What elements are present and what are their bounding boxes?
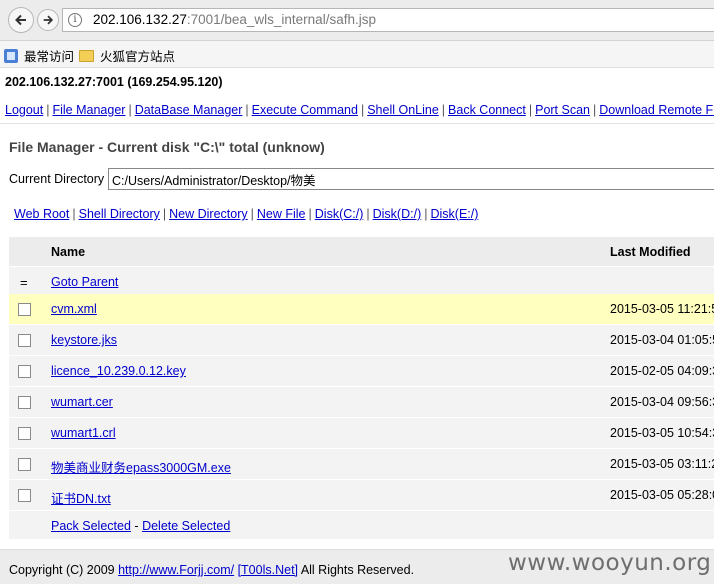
rights-text: All Rights Reserved. [300, 563, 415, 577]
table-row: cvm.xml 2015-03-05 11:21:5 [9, 294, 714, 325]
menu-shell-online[interactable]: Shell OnLine [367, 103, 439, 117]
menu-separator: | [528, 103, 533, 117]
main-menu: Logout | File Manager | DataBase Manager | Exe… [0, 96, 714, 124]
file-checkbox[interactable] [18, 365, 31, 378]
actions: Pack Selected - Delete Selected [51, 519, 230, 533]
menu-separator: | [593, 103, 597, 117]
bookmarks-toolbar: 最常访问 火狐官方站点 [0, 41, 714, 68]
table-row: wumart1.crl 2015-03-05 10:54:3 [9, 418, 714, 449]
arrow-left-icon [15, 14, 26, 26]
table-row: 证书DN.txt 2015-03-05 05:28:0 [9, 480, 714, 511]
forjj-link[interactable]: http://www.Forjj.com/ [118, 563, 234, 577]
menu-database-manager[interactable]: DataBase Manager [135, 103, 243, 117]
forward-button[interactable] [37, 9, 59, 31]
menu-port-scan[interactable]: Port Scan [535, 103, 590, 117]
file-modified: 2015-03-04 09:56:3 [610, 395, 714, 409]
menu-file-manager[interactable]: File Manager [52, 103, 125, 117]
menu-separator: | [46, 103, 50, 117]
file-link[interactable]: licence_10.239.0.12.key [51, 364, 186, 378]
file-checkbox[interactable] [18, 489, 31, 502]
info-icon[interactable]: i [68, 13, 82, 27]
back-button[interactable] [8, 7, 34, 33]
link-separator: | [308, 207, 312, 221]
bookmark-firefox-site[interactable]: 火狐官方站点 [79, 46, 175, 65]
file-link[interactable]: 物美商业财务epass3000GM.exe [51, 457, 231, 476]
link-new-file[interactable]: New File [257, 207, 306, 221]
file-modified: 2015-03-05 10:54:3 [610, 426, 714, 440]
link-disk-d[interactable]: Disk(D:/) [373, 207, 422, 221]
watermark: www.wooyun.org [508, 550, 712, 576]
link-web-root[interactable]: Web Root [14, 207, 69, 221]
file-checkbox[interactable] [18, 303, 31, 316]
menu-back-connect[interactable]: Back Connect [448, 103, 526, 117]
bookmark-most-visited[interactable]: 最常访问 [4, 46, 74, 65]
table-row: licence_10.239.0.12.key 2015-02-05 04:09… [9, 356, 714, 387]
table-actions-row: Pack Selected - Delete Selected [9, 511, 714, 540]
copyright-text: Copyright (C) 2009 [9, 563, 115, 577]
file-checkbox[interactable] [18, 396, 31, 409]
address-bar[interactable]: i 202.106.132.27:7001/bea_wls_internal/s… [62, 8, 714, 32]
file-checkbox[interactable] [18, 427, 31, 440]
current-directory-input[interactable] [108, 168, 714, 190]
pack-selected-link[interactable]: Pack Selected [51, 519, 131, 533]
parent-marker: = [20, 275, 28, 290]
file-modified: 2015-03-05 11:21:5 [610, 302, 714, 316]
column-header-name: Name [51, 245, 86, 259]
menu-execute-command[interactable]: Execute Command [252, 103, 358, 117]
file-modified: 2015-03-05 05:28:0 [610, 488, 714, 502]
folder-icon [79, 49, 94, 62]
delete-selected-link[interactable]: Delete Selected [142, 519, 230, 533]
menu-separator: | [128, 103, 132, 117]
goto-parent-link[interactable]: Goto Parent [51, 275, 118, 289]
file-link[interactable]: 证书DN.txt [51, 488, 111, 507]
file-modified: 2015-03-05 03:11:2 [610, 457, 714, 471]
menu-separator: | [245, 103, 249, 117]
link-disk-e[interactable]: Disk(E:/) [430, 207, 478, 221]
file-link[interactable]: keystore.jks [51, 333, 117, 347]
link-disk-c[interactable]: Disk(C:/) [315, 207, 364, 221]
file-link[interactable]: wumart.cer [51, 395, 113, 409]
copyright: Copyright (C) 2009 http://www.Forjj.com/… [9, 563, 414, 577]
table-header: Name Last Modified [9, 237, 714, 267]
link-separator: | [72, 207, 76, 221]
bookmark-label: 火狐官方站点 [100, 50, 176, 64]
host-info: 202.106.132.27:7001 (169.254.95.120) [5, 75, 223, 89]
file-link[interactable]: cvm.xml [51, 302, 97, 316]
file-modified: 2015-03-04 01:05:5 [610, 333, 714, 347]
action-separator: - [134, 519, 139, 533]
quick-links: Web Root | Shell Directory | New Directory | N… [14, 207, 478, 221]
t00ls-link[interactable]: [T00ls.Net] [238, 563, 298, 577]
menu-logout[interactable]: Logout [5, 103, 43, 117]
table-row: wumart.cer 2015-03-04 09:56:3 [9, 387, 714, 418]
arrow-right-icon [43, 15, 54, 25]
link-separator: | [366, 207, 370, 221]
file-modified: 2015-02-05 04:09:3 [610, 364, 714, 378]
link-separator: | [162, 207, 167, 221]
page-title: File Manager - Current disk "C:\" total … [9, 139, 325, 155]
file-checkbox[interactable] [18, 458, 31, 471]
link-shell-directory[interactable]: Shell Directory [79, 207, 160, 221]
link-new-directory[interactable]: New Directory [169, 207, 248, 221]
current-directory-label: Current Directory [9, 172, 105, 186]
browser-toolbar: i 202.106.132.27:7001/bea_wls_internal/s… [0, 0, 714, 41]
most-visited-icon [4, 48, 18, 63]
menu-download-remote-file[interactable]: Download Remote File [599, 103, 714, 117]
link-separator: | [250, 207, 254, 221]
menu-separator: | [360, 103, 365, 117]
table-row: keystore.jks 2015-03-04 01:05:5 [9, 325, 714, 356]
file-link[interactable]: wumart1.crl [51, 426, 116, 440]
url-text: 202.106.132.27:7001/bea_wls_internal/saf… [93, 12, 376, 27]
footer: Copyright (C) 2009 http://www.Forjj.com/… [0, 549, 714, 584]
bookmark-label: 最常访问 [24, 50, 75, 64]
menu-separator: | [441, 103, 446, 117]
table-row: 物美商业财务epass3000GM.exe 2015-03-05 03:11:2 [9, 449, 714, 480]
column-header-last-modified: Last Modified [610, 245, 691, 259]
link-separator: | [424, 207, 428, 221]
file-checkbox[interactable] [18, 334, 31, 347]
